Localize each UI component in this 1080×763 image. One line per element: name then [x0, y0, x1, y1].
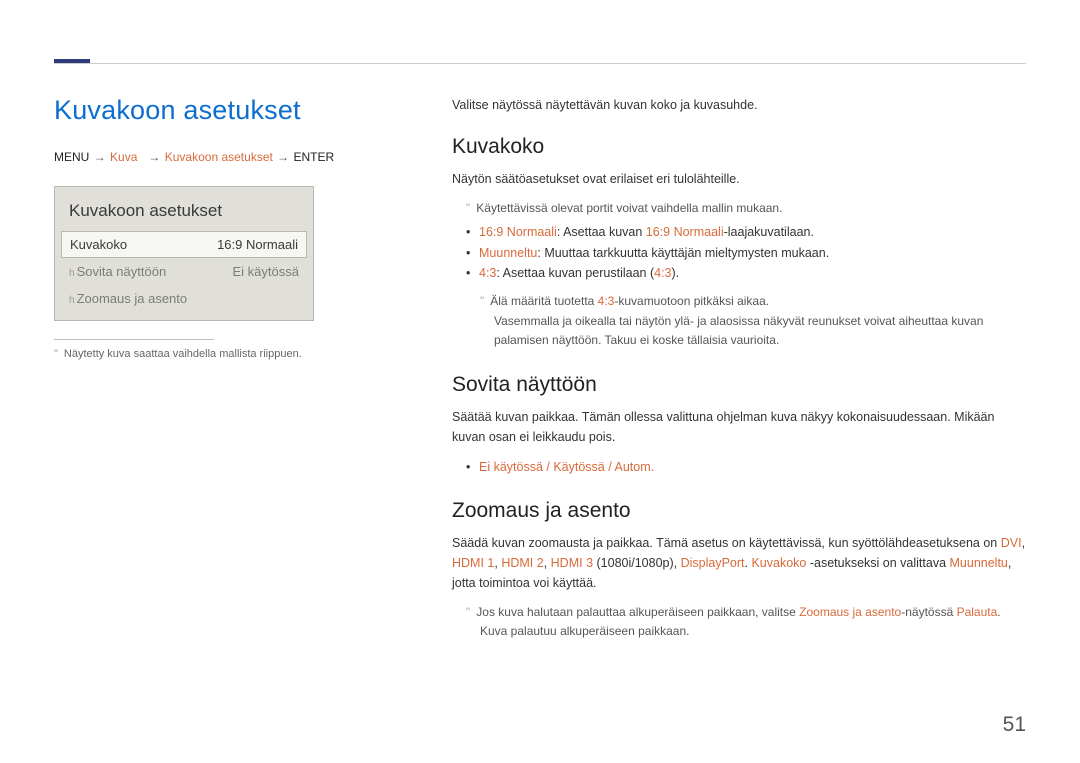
bullet-list: 16:9 Normaali: Asettaa kuvan 16:9 Normaa… [452, 222, 1026, 284]
panel-row-label: Kuvakoko [70, 237, 127, 252]
sub-note-cont: Vasemmalla ja oikealla tai näytön ylä- j… [452, 312, 1026, 350]
sub-note: "Älä määritä tuotetta 4:3-kuvamuotoon pi… [452, 292, 1026, 311]
panel-row-label: hZoomaus ja asento [69, 291, 187, 306]
header-rule [54, 63, 1026, 64]
breadcrumb-kuva: Kuva [110, 150, 137, 164]
page-content: Kuvakoon asetukset MENU → Kuva → Kuvakoo… [0, 0, 1080, 646]
page-number: 51 [1003, 713, 1026, 737]
note-line: "Käytettävissä olevat portit voivat vaih… [452, 199, 1026, 218]
note-line: "Jos kuva halutaan palauttaa alkuperäise… [452, 603, 1026, 641]
breadcrumb: MENU → Kuva → Kuvakoon asetukset → ENTER [54, 150, 374, 164]
settings-panel: Kuvakoon asetukset Kuvakoko 16:9 Normaal… [54, 186, 314, 321]
list-item: 4:3: Asettaa kuvan perustilaan (4:3). [466, 263, 1026, 284]
section-heading-zoomaus: Zoomaus ja asento [452, 499, 1026, 523]
panel-row-value: 16:9 Normaali [217, 237, 298, 252]
breadcrumb-menu: MENU [54, 150, 89, 164]
intro-text: Valitse näytössä näytettävän kuvan koko … [452, 95, 1026, 115]
panel-heading: Kuvakoon asetukset [55, 201, 313, 231]
section-heading-sovita: Sovita näyttöön [452, 373, 1026, 397]
section-heading-kuvakoko: Kuvakoko [452, 135, 1026, 159]
page-title: Kuvakoon asetukset [54, 95, 374, 126]
arrow-icon: → [147, 150, 161, 164]
panel-row-value: Ei käytössä [233, 264, 299, 279]
section-text: Säädä kuvan zoomausta ja paikkaa. Tämä a… [452, 533, 1026, 593]
footnote: "Näytetty kuva saattaa vaihdella mallist… [54, 346, 374, 363]
list-item: Ei käytössä / Käytössä / Autom. [466, 457, 1026, 478]
breadcrumb-enter: ENTER [294, 150, 335, 164]
section-text: Näytön säätöasetukset ovat erilaiset eri… [452, 169, 1026, 189]
panel-row-label: hSovita näyttöön [69, 264, 166, 279]
list-item: 16:9 Normaali: Asettaa kuvan 16:9 Normaa… [466, 222, 1026, 243]
breadcrumb-kuvakoon: Kuvakoon asetukset [165, 150, 273, 164]
panel-row-zoomaus[interactable]: hZoomaus ja asento [55, 285, 313, 312]
section-text: Säätää kuvan paikkaa. Tämän ollessa vali… [452, 407, 1026, 447]
bullet-list: Ei käytössä / Käytössä / Autom. [452, 457, 1026, 478]
footnote-divider [54, 339, 214, 340]
arrow-icon: → [276, 150, 290, 164]
left-column: Kuvakoon asetukset MENU → Kuva → Kuvakoo… [54, 95, 374, 646]
right-column: Valitse näytössä näytettävän kuvan koko … [452, 95, 1026, 646]
panel-row-kuvakoko[interactable]: Kuvakoko 16:9 Normaali [61, 231, 307, 258]
list-item: Muunneltu: Muuttaa tarkkuutta käyttäjän … [466, 243, 1026, 264]
panel-row-sovita[interactable]: hSovita näyttöön Ei käytössä [55, 258, 313, 285]
arrow-icon: → [93, 150, 107, 164]
